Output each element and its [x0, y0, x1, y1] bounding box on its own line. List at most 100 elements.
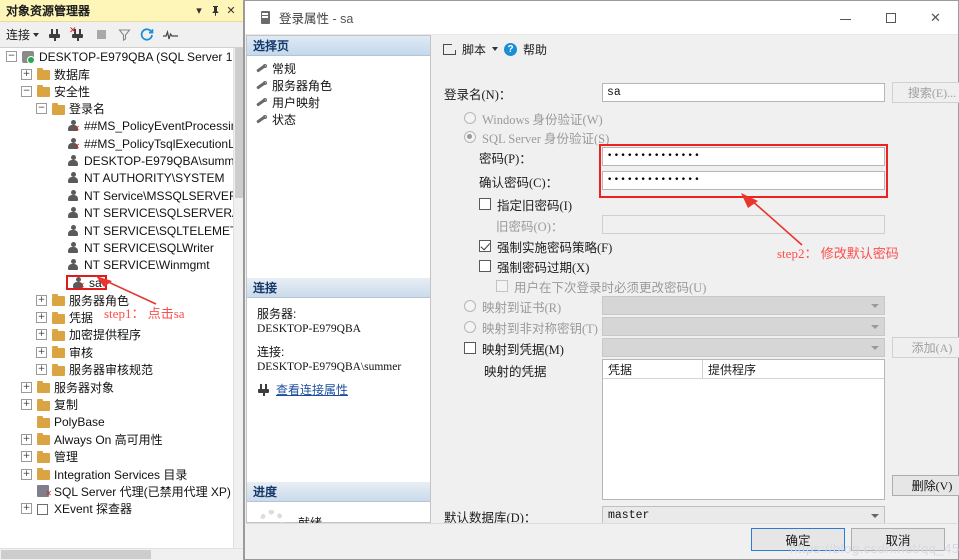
- object-explorer-vscrollbar[interactable]: [233, 48, 243, 548]
- collapse-icon[interactable]: −: [36, 103, 47, 115]
- search-button[interactable]: 搜索(E)...: [892, 82, 959, 103]
- remove-credential-button[interactable]: 删除(V): [892, 475, 959, 496]
- login-name-input[interactable]: sa: [602, 83, 885, 102]
- tree-node[interactable]: − 登录名: [0, 100, 233, 117]
- tree-node[interactable]: + 数据库: [0, 65, 233, 82]
- tree-node[interactable]: + Always On 高可用性: [0, 431, 233, 448]
- tree-node-label: 服务器审核规范: [69, 363, 154, 378]
- select-page-item-0[interactable]: 常规: [255, 60, 430, 77]
- pin-icon[interactable]: [207, 3, 223, 19]
- map-to-certificate-radio[interactable]: 映射到证书(R): [464, 296, 561, 316]
- expand-icon[interactable]: +: [36, 329, 47, 341]
- add-credential-button[interactable]: 添加(A): [892, 337, 959, 358]
- credential-combobox[interactable]: [602, 338, 885, 357]
- expand-icon[interactable]: +: [21, 381, 32, 393]
- chevron-down-icon[interactable]: [492, 47, 499, 51]
- asymmetric-key-combobox[interactable]: [602, 317, 885, 336]
- tree-node[interactable]: + Integration Services 目录: [0, 465, 233, 482]
- dialog-titlebar[interactable]: 登录属性 - sa ✕: [245, 1, 958, 35]
- help-button[interactable]: 帮助: [523, 41, 547, 58]
- connect-label: 连接: [6, 28, 31, 42]
- enforce-expiration-label: 强制密码过期(X): [497, 260, 590, 275]
- expand-icon[interactable]: +: [36, 364, 47, 376]
- tree-node[interactable]: NT SERVICE\SQLWriter: [0, 239, 233, 256]
- tree-node[interactable]: + 服务器审核规范: [0, 361, 233, 378]
- map-to-asymmetric-key-radio[interactable]: 映射到非对称密钥(T): [464, 317, 598, 337]
- wrench-icon: [255, 62, 268, 75]
- refresh-icon[interactable]: [138, 26, 156, 44]
- tree-node[interactable]: NT SERVICE\Winmgmt: [0, 257, 233, 274]
- expand-icon[interactable]: +: [21, 468, 32, 480]
- tree-node[interactable]: + XEvent 探查器: [0, 500, 233, 517]
- expand-icon[interactable]: +: [21, 503, 32, 515]
- general-page-form: 登录名(N)： sa 搜索(E)... Windows 身份验证(W) SQL …: [432, 63, 959, 550]
- scrollbar-thumb[interactable]: [235, 48, 243, 198]
- annotation-arrow-step2: [741, 193, 803, 246]
- chevron-down-icon[interactable]: ▾: [191, 3, 207, 19]
- expand-icon[interactable]: +: [21, 451, 32, 463]
- connect-plug-icon[interactable]: [46, 26, 64, 44]
- select-page-item-1[interactable]: 服务器角色: [255, 77, 430, 94]
- tree-node[interactable]: − DESKTOP-E979QBA (SQL Server 15.0.: [0, 48, 233, 65]
- select-page-item-2[interactable]: 用户映射: [255, 94, 430, 111]
- tree-node[interactable]: + 管理: [0, 448, 233, 465]
- specify-old-password-checkbox[interactable]: 指定旧密码(I): [479, 194, 572, 214]
- close-icon[interactable]: ✕: [223, 3, 239, 19]
- tree-node[interactable]: ✕ ##MS_PolicyTsqlExecutionLo: [0, 135, 233, 152]
- folder-icon: [36, 415, 51, 429]
- password-input[interactable]: ••••••••••••••: [602, 147, 885, 166]
- connect-button[interactable]: 连接: [4, 26, 41, 43]
- tree-node-label: 凭据: [69, 311, 94, 326]
- select-page-item-3[interactable]: 状态: [255, 111, 430, 128]
- select-page-item-label: 状态: [272, 113, 297, 127]
- confirm-password-input[interactable]: ••••••••••••••: [602, 171, 885, 190]
- close-button[interactable]: ✕: [913, 1, 958, 34]
- tree-node[interactable]: − 安全性: [0, 83, 233, 100]
- mapped-credentials-grid[interactable]: 凭据 提供程序: [602, 359, 885, 500]
- map-to-credential-checkbox[interactable]: 映射到凭据(M): [464, 338, 564, 358]
- help-icon[interactable]: ?: [504, 42, 518, 56]
- script-button[interactable]: 脚本: [462, 41, 486, 58]
- activity-monitor-icon[interactable]: [161, 26, 179, 44]
- tree-node[interactable]: NT SERVICE\SQLTELEMETRY: [0, 222, 233, 239]
- object-explorer-hscrollbar[interactable]: [0, 548, 243, 560]
- login-icon: [66, 206, 81, 220]
- maximize-button[interactable]: [868, 1, 913, 34]
- tree-node[interactable]: + 审核: [0, 344, 233, 361]
- select-page-item-label: 用户映射: [272, 96, 321, 110]
- tree-node[interactable]: + 服务器对象: [0, 378, 233, 395]
- tree-node[interactable]: + 加密提供程序: [0, 326, 233, 343]
- disconnect-plug-icon[interactable]: ✕: [69, 25, 87, 44]
- select-page-list[interactable]: 常规 服务器角色用户映射状态: [247, 56, 430, 128]
- tree-node[interactable]: ✕ SQL Server 代理(已禁用代理 XP): [0, 483, 233, 500]
- expand-icon[interactable]: +: [21, 433, 32, 445]
- enforce-expiration-checkbox[interactable]: 强制密码过期(X): [479, 256, 589, 276]
- minimize-button[interactable]: [823, 1, 868, 34]
- tree-node[interactable]: ✕ ##MS_PolicyEventProcessing: [0, 118, 233, 135]
- collapse-icon[interactable]: −: [6, 51, 17, 63]
- tree-node[interactable]: DESKTOP-E979QBA\summer: [0, 152, 233, 169]
- login-disabled-icon: ✕: [71, 276, 86, 290]
- tree-node[interactable]: NT SERVICE\SQLSERVERAGEN: [0, 205, 233, 222]
- sql-auth-radio[interactable]: SQL Server 身份验证(S): [464, 127, 609, 147]
- folder-icon: [51, 293, 66, 307]
- filter-icon[interactable]: [115, 26, 133, 44]
- tree-node[interactable]: PolyBase: [0, 413, 233, 430]
- expand-icon[interactable]: +: [21, 68, 32, 80]
- connection-section: 连接 服务器: DESKTOP-E979QBA 连接: DESKTOP-E979…: [247, 278, 430, 404]
- expand-icon[interactable]: +: [36, 294, 47, 306]
- tree-node[interactable]: NT AUTHORITY\SYSTEM: [0, 170, 233, 187]
- windows-auth-radio[interactable]: Windows 身份验证(W): [464, 108, 603, 128]
- scrollbar-thumb[interactable]: [1, 550, 151, 559]
- tree-node[interactable]: + 复制: [0, 396, 233, 413]
- certificate-combobox[interactable]: [602, 296, 885, 315]
- collapse-icon[interactable]: −: [21, 85, 32, 97]
- expand-icon[interactable]: +: [36, 346, 47, 358]
- expand-icon[interactable]: +: [36, 312, 47, 324]
- enforce-policy-checkbox[interactable]: 强制实施密码策略(F): [479, 236, 612, 256]
- tree-node[interactable]: NT Service\MSSQLSERVER: [0, 187, 233, 204]
- view-connection-properties-link[interactable]: 查看连接属性: [257, 381, 430, 398]
- must-change-password-label: 用户在下次登录时必须更改密码(U): [514, 280, 707, 295]
- must-change-password-checkbox[interactable]: 用户在下次登录时必须更改密码(U): [496, 276, 706, 296]
- expand-icon[interactable]: +: [21, 399, 32, 410]
